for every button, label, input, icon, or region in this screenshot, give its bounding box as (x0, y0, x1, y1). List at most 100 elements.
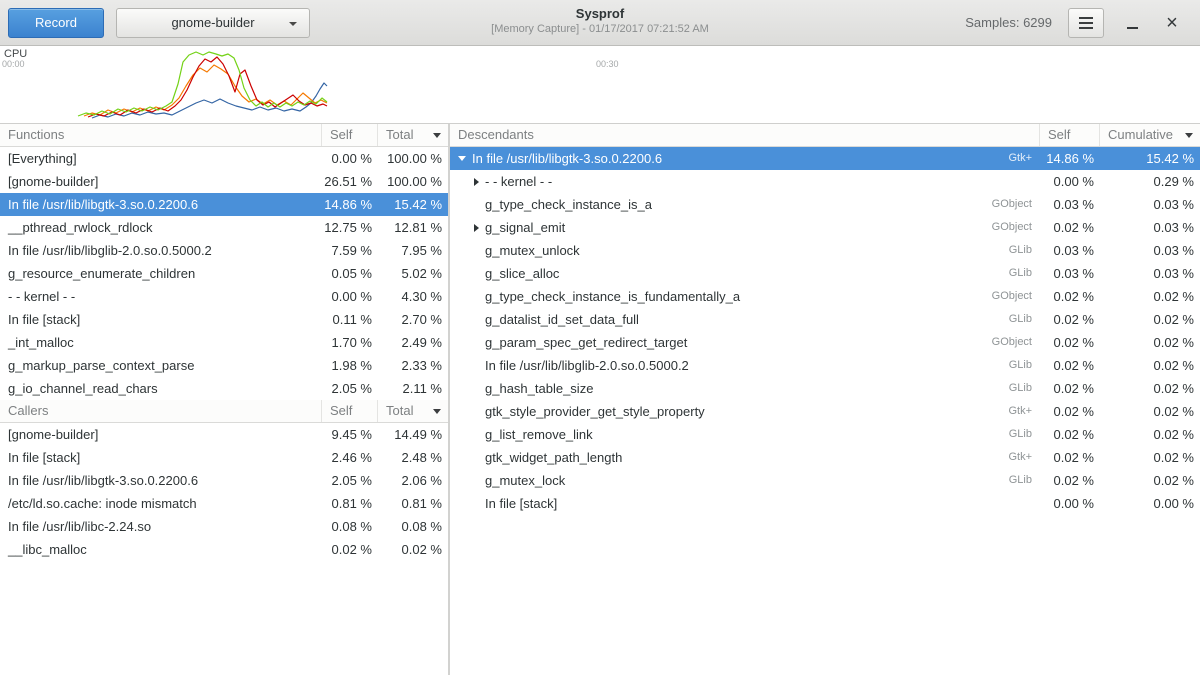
self-value: 0.02 % (1040, 285, 1100, 308)
cumulative-value: 0.02 % (1100, 354, 1200, 377)
self-value: 12.75 % (322, 216, 378, 239)
function-row[interactable]: g_resource_enumerate_children 0.05 % 5.0… (0, 262, 448, 285)
total-value: 2.33 % (378, 354, 448, 377)
samples-count: Samples: 6299 (965, 15, 1052, 30)
tree-row[interactable]: g_type_check_instance_is_a GObject 0.03 … (450, 193, 1200, 216)
total-value: 7.95 % (378, 239, 448, 262)
column-self[interactable]: Self (322, 400, 378, 422)
window-subtitle: [Memory Capture] - 01/17/2017 07:21:52 A… (300, 23, 900, 35)
function-row[interactable]: __pthread_rwlock_rdlock 12.75 % 12.81 % (0, 216, 448, 239)
descendant-name: g_type_check_instance_is_fundamentally_a (485, 285, 740, 308)
descendant-name: In file [stack] (485, 492, 557, 515)
function-row[interactable]: In file [stack] 0.11 % 2.70 % (0, 308, 448, 331)
function-row-selected[interactable]: In file /usr/lib/libgtk-3.so.0.2200.6 14… (0, 193, 448, 216)
function-row[interactable]: - - kernel - - 0.00 % 4.30 % (0, 285, 448, 308)
column-total[interactable]: Total (378, 124, 448, 146)
record-button[interactable]: Record (8, 8, 104, 38)
caller-row[interactable]: [gnome-builder] 9.45 % 14.49 % (0, 423, 448, 446)
self-value: 0.00 % (322, 285, 378, 308)
self-value: 2.05 % (322, 469, 378, 492)
tree-row[interactable]: - - kernel - - 0.00 % 0.29 % (450, 170, 1200, 193)
tree-row[interactable]: g_slice_alloc GLib 0.03 % 0.03 % (450, 262, 1200, 285)
expander-closed-icon[interactable] (474, 178, 479, 186)
total-value: 4.30 % (378, 285, 448, 308)
expander-open-icon[interactable] (458, 156, 466, 161)
tree-row[interactable]: gtk_style_provider_get_style_property Gt… (450, 400, 1200, 423)
tree-row-selected[interactable]: In file /usr/lib/libgtk-3.so.0.2200.6 Gt… (450, 147, 1200, 170)
descendant-name: In file /usr/lib/libgtk-3.so.0.2200.6 (472, 147, 662, 170)
cumulative-value: 0.02 % (1100, 285, 1200, 308)
cpu-line-blue (92, 83, 327, 118)
cumulative-value: 0.02 % (1100, 331, 1200, 354)
self-value: 0.05 % (322, 262, 378, 285)
library-badge: GLib (1009, 262, 1040, 285)
cumulative-value: 0.00 % (1100, 492, 1200, 515)
cumulative-value: 0.03 % (1100, 262, 1200, 285)
cumulative-value: 0.02 % (1100, 400, 1200, 423)
caller-row[interactable]: __libc_malloc 0.02 % 0.02 % (0, 538, 448, 561)
self-value: 0.02 % (1040, 469, 1100, 492)
function-row[interactable]: In file /usr/lib/libglib-2.0.so.0.5000.2… (0, 239, 448, 262)
tree-row[interactable]: g_hash_table_size GLib 0.02 % 0.02 % (450, 377, 1200, 400)
tree-row[interactable]: In file /usr/lib/libglib-2.0.so.0.5000.2… (450, 354, 1200, 377)
column-total-label: Total (386, 124, 413, 146)
function-name: [Everything] (0, 147, 322, 170)
column-descendants[interactable]: Descendants (450, 124, 1040, 146)
self-value: 0.02 % (1040, 354, 1100, 377)
tree-row[interactable]: g_mutex_unlock GLib 0.03 % 0.03 % (450, 239, 1200, 262)
function-row[interactable]: _int_malloc 1.70 % 2.49 % (0, 331, 448, 354)
self-value: 0.03 % (1040, 239, 1100, 262)
sort-descending-icon (433, 133, 441, 138)
column-total[interactable]: Total (378, 400, 448, 422)
caller-row[interactable]: /etc/ld.so.cache: inode mismatch 0.81 % … (0, 492, 448, 515)
caller-row[interactable]: In file /usr/lib/libc-2.24.so 0.08 % 0.0… (0, 515, 448, 538)
self-value: 0.00 % (322, 147, 378, 170)
library-badge: Gtk+ (1008, 400, 1040, 423)
tree-row[interactable]: g_param_spec_get_redirect_target GObject… (450, 331, 1200, 354)
tree-row[interactable]: g_type_check_instance_is_fundamentally_a… (450, 285, 1200, 308)
expander-closed-icon[interactable] (474, 224, 479, 232)
cpu-line-red (88, 57, 327, 117)
function-row[interactable]: g_markup_parse_context_parse 1.98 % 2.33… (0, 354, 448, 377)
self-value: 0.02 % (1040, 423, 1100, 446)
cumulative-value: 0.03 % (1100, 216, 1200, 239)
tree-row[interactable]: g_mutex_lock GLib 0.02 % 0.02 % (450, 469, 1200, 492)
process-selector-dropdown[interactable]: gnome-builder (116, 8, 310, 38)
close-button[interactable]: × (1160, 11, 1184, 35)
caller-row[interactable]: In file /usr/lib/libgtk-3.so.0.2200.6 2.… (0, 469, 448, 492)
minimize-button[interactable] (1120, 11, 1144, 35)
column-self[interactable]: Self (1040, 124, 1100, 146)
self-value: 2.05 % (322, 377, 378, 400)
tree-row[interactable]: In file [stack] 0.00 % 0.00 % (450, 492, 1200, 515)
column-cumulative[interactable]: Cumulative (1100, 124, 1200, 146)
self-value: 0.03 % (1040, 193, 1100, 216)
tree-row[interactable]: g_list_remove_link GLib 0.02 % 0.02 % (450, 423, 1200, 446)
column-self[interactable]: Self (322, 124, 378, 146)
library-badge: GLib (1009, 423, 1040, 446)
self-value: 0.81 % (322, 492, 378, 515)
function-name: [gnome-builder] (0, 170, 322, 193)
sort-descending-icon (1185, 133, 1193, 138)
descendant-name: g_slice_alloc (485, 262, 559, 285)
library-badge: GObject (992, 285, 1040, 308)
caller-name: __libc_malloc (0, 538, 322, 561)
total-value: 2.70 % (378, 308, 448, 331)
caller-row[interactable]: In file [stack] 2.46 % 2.48 % (0, 446, 448, 469)
column-functions[interactable]: Functions (0, 124, 322, 146)
descendant-name: In file /usr/lib/libglib-2.0.so.0.5000.2 (485, 354, 689, 377)
function-row[interactable]: g_io_channel_read_chars 2.05 % 2.11 % (0, 377, 448, 400)
hamburger-icon (1079, 17, 1093, 19)
function-row[interactable]: [gnome-builder] 26.51 % 100.00 % (0, 170, 448, 193)
minimize-icon (1127, 27, 1138, 29)
cumulative-value: 0.02 % (1100, 377, 1200, 400)
close-icon: × (1166, 13, 1178, 33)
tree-row[interactable]: g_datalist_id_set_data_full GLib 0.02 % … (450, 308, 1200, 331)
cumulative-value: 0.02 % (1100, 469, 1200, 492)
hamburger-menu-button[interactable] (1068, 8, 1104, 38)
cpu-graph[interactable]: CPU 00:00 00:30 (0, 46, 1200, 124)
tree-row[interactable]: gtk_widget_path_length Gtk+ 0.02 % 0.02 … (450, 446, 1200, 469)
column-callers[interactable]: Callers (0, 400, 322, 422)
library-badge: GLib (1009, 377, 1040, 400)
tree-row[interactable]: g_signal_emit GObject 0.02 % 0.03 % (450, 216, 1200, 239)
function-row[interactable]: [Everything] 0.00 % 100.00 % (0, 147, 448, 170)
